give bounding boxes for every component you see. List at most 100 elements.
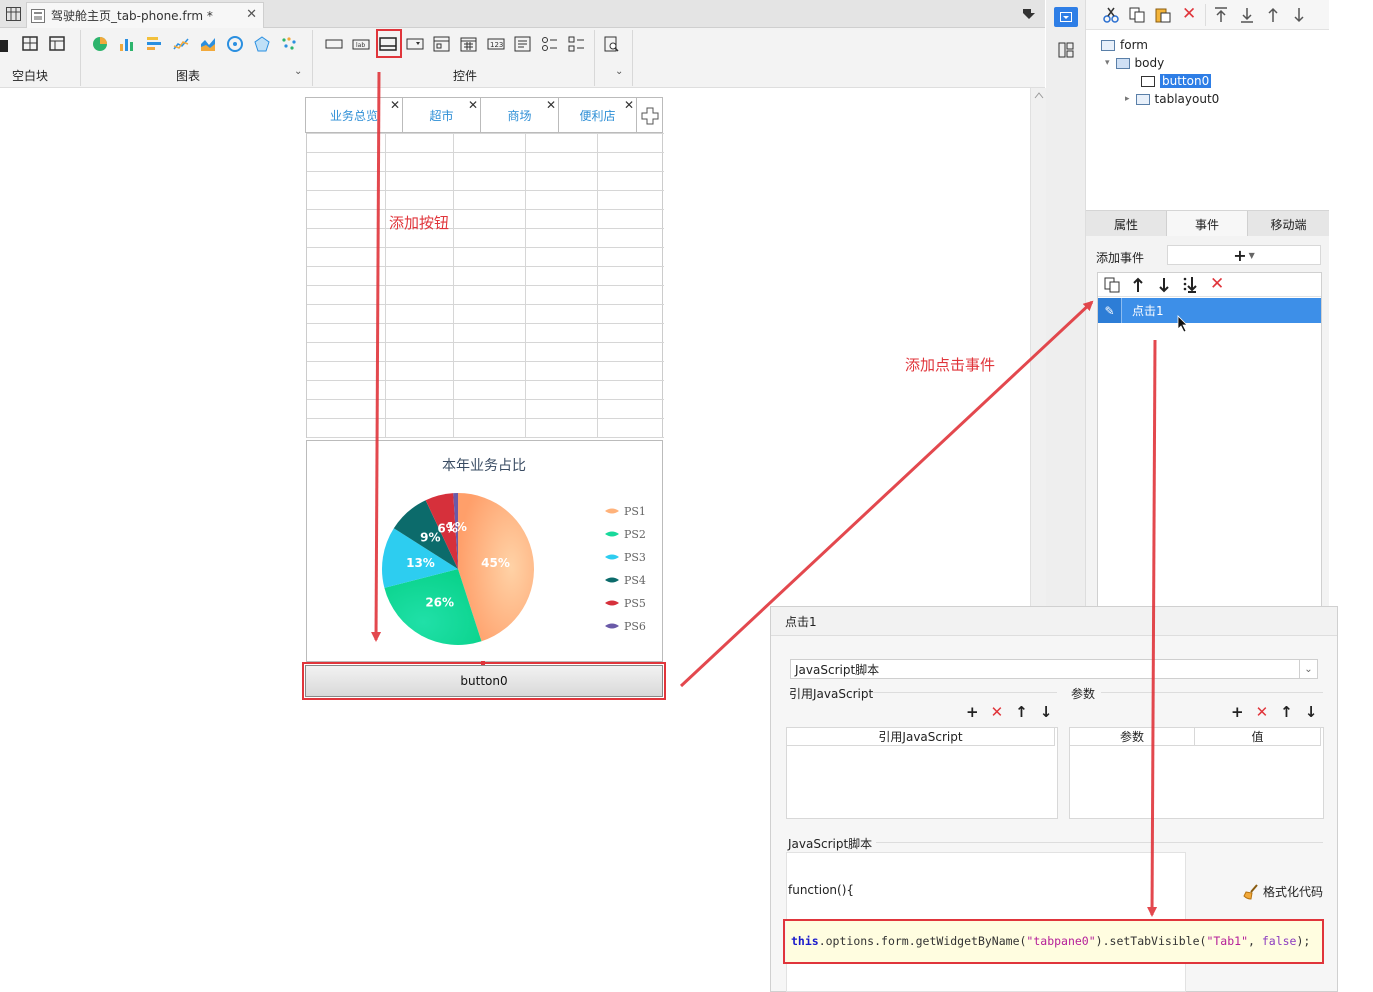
pie-chart: 本年业务占比 45%26%13%9%6%1% PS1PS2PS3PS4PS5PS… [382,458,646,645]
value-column-header: 值 [1195,728,1321,746]
cut-icon[interactable] [1103,7,1119,23]
absolute-layout-icon[interactable] [0,40,8,52]
close-icon[interactable]: ✕ [468,98,478,112]
tree-node-tablayout0[interactable]: ▸ tablayout0 [1125,92,1219,106]
add-icon[interactable]: + [966,703,979,721]
checkbox-group-icon[interactable] [568,36,586,52]
ref-js-table[interactable]: 引用JavaScript [786,727,1058,819]
pin-icon[interactable] [1022,8,1036,20]
add-event-button[interactable]: + ▼ [1167,245,1321,265]
canvas-scrollbar[interactable] [1030,88,1046,608]
copy-icon[interactable] [1129,7,1145,23]
grid-icon[interactable] [6,7,21,21]
event-item[interactable]: ✎ 点击1 [1098,298,1321,323]
arrow-up-icon[interactable]: ↑ [1015,703,1028,721]
text-widget-icon[interactable]: lab [352,36,370,52]
tab-mobile[interactable]: 移动端 [1248,211,1329,237]
move-to-bottom-icon[interactable] [1182,276,1198,294]
collapse-icon[interactable]: ▸ [1125,94,1130,104]
horizontal-bar-icon[interactable] [146,36,164,52]
table-layout-icon[interactable] [49,36,67,52]
tab-supermarket[interactable]: 超市 ✕ [403,98,481,133]
close-icon[interactable]: ✕ [546,98,556,112]
toolbar-divider [594,30,595,86]
copy-icon[interactable] [1104,277,1120,293]
move-down-icon[interactable] [1292,7,1306,23]
frame-layout-icon[interactable] [22,36,40,52]
annotation-add-button: 添加按钮 [389,214,450,232]
file-tab[interactable]: 驾驶舱主页_tab-phone.frm * ✕ [26,2,264,28]
search-widget-icon[interactable] [603,36,621,52]
arrow-up-icon[interactable]: ↑ [1280,703,1293,721]
tab-label: 便利店 [579,109,616,123]
dialog-title: 点击1 [771,607,1337,636]
chevron-down-icon[interactable]: ⌄ [294,66,302,77]
arrow-down-icon[interactable] [1158,277,1170,293]
chevron-down-icon[interactable]: ⌄ [615,66,623,77]
delete-icon[interactable]: ✕ [991,703,1004,721]
layout-panel-icon[interactable] [1058,42,1074,58]
close-icon[interactable]: ✕ [390,98,400,112]
tree-node-form[interactable]: form [1101,38,1148,52]
params-table[interactable]: 参数 值 [1069,727,1324,819]
add-icon[interactable]: + [1231,703,1244,721]
pie-chart-icon[interactable] [92,36,110,52]
button-widget-highlight [376,29,402,58]
number-widget-icon[interactable]: 123 [487,36,505,52]
tab-convenience-store[interactable]: 便利店 ✕ [559,98,637,133]
tab-overview[interactable]: 业务总览 ✕ [306,98,403,133]
label-widget-icon[interactable] [325,36,343,52]
move-up-icon[interactable] [1266,7,1280,23]
format-code-button[interactable]: 格式化代码 [1243,883,1323,900]
delete-icon[interactable]: ✕ [1210,274,1224,294]
textarea-widget-icon[interactable] [514,36,532,52]
line-chart-icon[interactable] [173,36,191,52]
ref-js-section-label: 引用JavaScript [789,687,874,701]
tree-node-button0[interactable]: button0 [1141,74,1212,88]
move-top-icon[interactable] [1214,7,1228,23]
tab-properties[interactable]: 属性 [1086,211,1167,237]
chart-title: 本年业务占比 [442,458,526,474]
pie-data-label: 13% [406,556,435,570]
report-grid[interactable] [306,133,664,438]
code-line-highlight [783,919,1324,964]
pie-chart-widget[interactable]: 本年业务占比 45% 26% 13% 9% 6% 1% PS1 PS2 PS3 PS4 PS5 PS… [306,440,663,662]
area-chart-icon[interactable] [200,36,218,52]
param-column-header: 参数 [1070,728,1195,746]
date-widget-icon[interactable] [460,36,478,52]
tab-mall[interactable]: 商场 ✕ [481,98,559,133]
delete-icon[interactable]: ✕ [1182,4,1196,24]
scatter-chart-icon[interactable] [281,36,299,52]
radar-chart-icon[interactable] [254,36,272,52]
tree-node-body[interactable]: ▾ body [1105,56,1164,70]
arrow-down-icon[interactable]: ↓ [1040,703,1053,721]
edit-icon[interactable]: ✎ [1098,298,1122,323]
dropdown-arrow-icon: ▼ [1248,250,1255,260]
section-divider [1101,692,1323,693]
combo-box-icon[interactable] [406,36,424,52]
scroll-up-icon[interactable] [1034,91,1044,99]
bar-chart-icon[interactable] [119,36,137,52]
tree-widget-icon[interactable] [433,36,451,52]
close-icon[interactable]: ✕ [624,98,634,112]
section-divider [876,842,1323,843]
chevron-down-icon[interactable]: ⌄ [1299,660,1317,678]
gauge-chart-icon[interactable] [227,36,245,52]
tree-node-label: tablayout0 [1154,92,1220,106]
delete-icon[interactable]: ✕ [1256,703,1269,721]
mouse-cursor-icon [1177,315,1188,333]
legend-label: PS6 [624,620,646,633]
form-icon [1101,39,1115,51]
event-type-select[interactable]: JavaScript脚本 ⌄ [790,659,1318,679]
tab-events[interactable]: 事件 [1167,211,1248,237]
params-toolbar: + ✕ ↑ ↓ [1231,703,1317,721]
expand-icon[interactable]: ▾ [1105,58,1110,68]
close-tab-icon[interactable]: ✕ [246,7,257,22]
arrow-down-icon[interactable]: ↓ [1305,703,1318,721]
component-tree-toggle[interactable] [1054,7,1078,27]
add-tab-button[interactable] [637,98,663,133]
paste-icon[interactable] [1155,7,1171,23]
arrow-up-icon[interactable] [1132,277,1144,293]
radio-group-icon[interactable] [541,36,559,52]
move-bottom-icon[interactable] [1240,7,1254,23]
